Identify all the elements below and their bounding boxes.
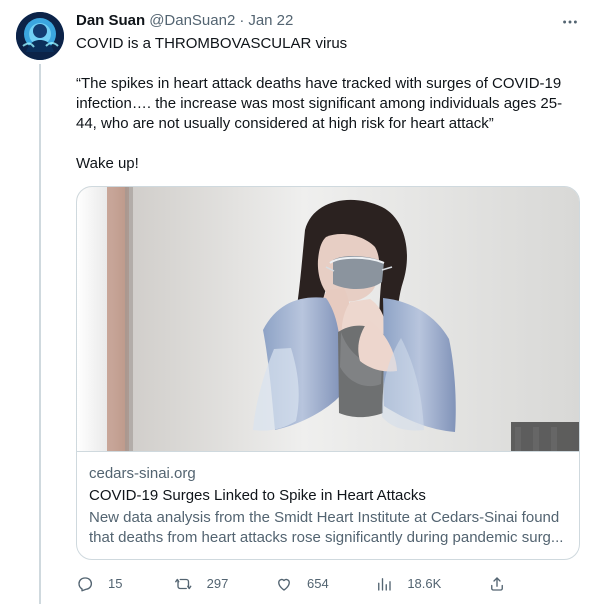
reply-count: 15 xyxy=(108,576,123,591)
link-card-domain: cedars-sinai.org xyxy=(89,465,196,482)
link-card-image[interactable] xyxy=(77,187,579,452)
views-count: 18.6K xyxy=(407,576,442,591)
share-button[interactable] xyxy=(488,575,506,593)
retweet-icon xyxy=(174,578,192,590)
heart-icon xyxy=(278,578,290,591)
card-photo xyxy=(77,187,579,451)
reply-icon xyxy=(78,577,93,592)
tweet[interactable]: Dan Suan @DanSuan2 · Jan 22 COVID is a T… xyxy=(0,0,598,604)
tweet-paragraph: “The spikes in heart attack deaths have … xyxy=(76,75,563,132)
retweet-button[interactable]: 297 xyxy=(174,575,229,593)
tweet-paragraph: COVID is a THROMBOVASCULAR virus xyxy=(76,35,348,52)
more-icon xyxy=(563,20,577,24)
link-card-title[interactable]: COVID-19 Surges Linked to Spike in Heart… xyxy=(89,486,567,506)
tweet-actions: 15 297 654 18.6K xyxy=(76,575,506,593)
header-separator: · xyxy=(239,12,245,29)
like-button[interactable]: 654 xyxy=(275,575,329,593)
share-icon xyxy=(491,577,503,591)
like-count: 654 xyxy=(306,576,329,591)
tweet-paragraph-gap xyxy=(76,54,582,74)
author-handle[interactable]: @DanSuan2 xyxy=(149,11,235,31)
link-card[interactable]: cedars-sinai.org COVID-19 Surges Linked … xyxy=(76,186,580,560)
tweet-date[interactable]: Jan 22 xyxy=(248,11,293,31)
thread-line xyxy=(39,64,41,604)
tweet-text: COVID is a THROMBOVASCULAR virus “The sp… xyxy=(76,34,582,174)
reply-button[interactable]: 15 xyxy=(76,575,128,593)
views-button[interactable]: 18.6K xyxy=(375,575,441,593)
more-button[interactable] xyxy=(558,12,582,32)
tweet-paragraph: Wake up! xyxy=(76,155,139,172)
author-name[interactable]: Dan Suan xyxy=(76,11,145,31)
tweet-content: Dan Suan @DanSuan2 · Jan 22 COVID is a T… xyxy=(76,10,582,593)
views-icon xyxy=(378,578,392,591)
avatar[interactable] xyxy=(16,12,64,60)
tweet-header: Dan Suan @DanSuan2 · Jan 22 xyxy=(76,10,582,32)
tweet-paragraph-gap xyxy=(76,134,582,154)
link-card-meta: cedars-sinai.org COVID-19 Surges Linked … xyxy=(77,452,579,559)
avatar-image xyxy=(16,12,64,60)
link-card-description: New data analysis from the Smidt Heart I… xyxy=(89,509,564,546)
retweet-count: 297 xyxy=(206,576,229,591)
